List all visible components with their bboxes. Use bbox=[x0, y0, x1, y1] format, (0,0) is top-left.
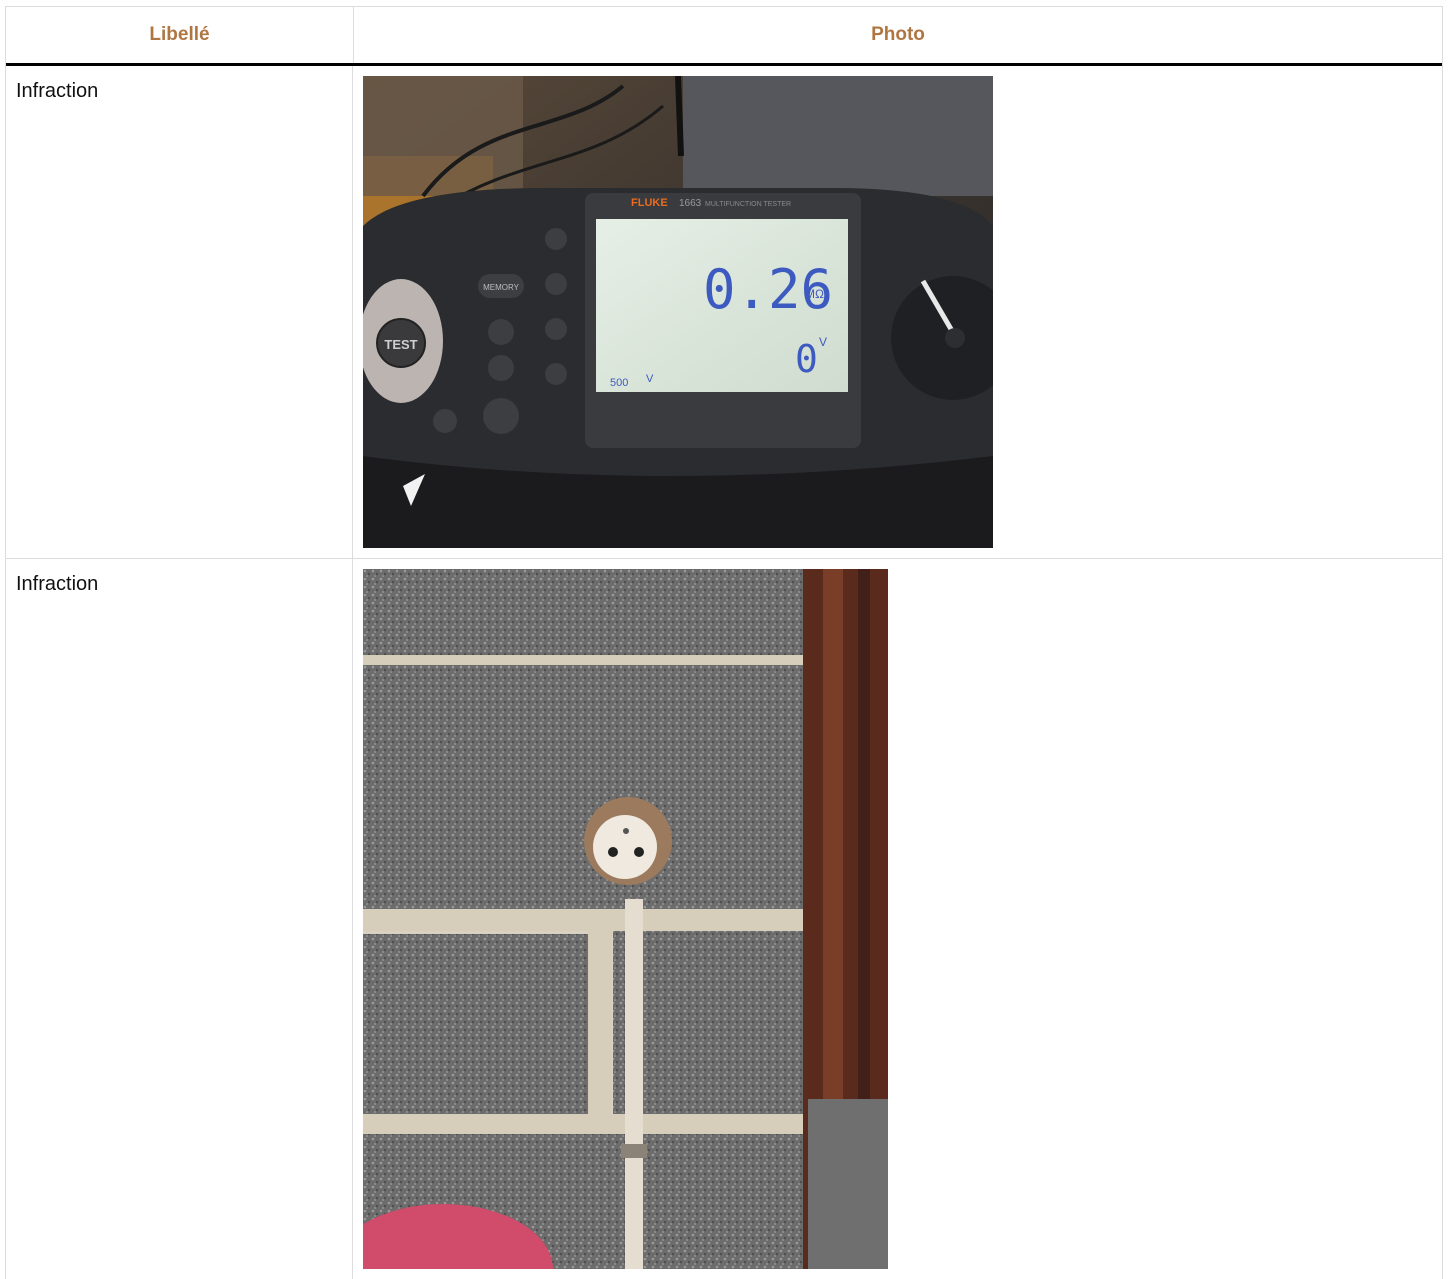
row-label: Infraction bbox=[6, 66, 353, 558]
results-table: Libellé Photo Infraction TEST MEMORY FLU… bbox=[5, 6, 1443, 1279]
voltage-unit-text: V bbox=[819, 335, 827, 349]
test-voltage-unit-text: V bbox=[646, 373, 654, 385]
table-row: Infraction bbox=[6, 66, 1442, 559]
test-voltage-text: 500 bbox=[610, 377, 628, 389]
row-label: Infraction bbox=[6, 559, 353, 1279]
header-label: Libellé bbox=[6, 7, 354, 63]
reading-unit-text: MΩ bbox=[805, 287, 824, 301]
memory-button-text: MEMORY bbox=[483, 283, 520, 292]
table-row: Infraction bbox=[6, 559, 1442, 1279]
multifunction-tester-photo: TEST MEMORY FLUKE 1663 MULTIFUNCTION TES… bbox=[363, 76, 993, 548]
header-photo: Photo bbox=[871, 24, 925, 45]
voltage-text: 0 bbox=[795, 337, 818, 381]
model-caption-text: MULTIFUNCTION TESTER bbox=[705, 201, 791, 208]
row-photo-cell bbox=[353, 559, 1442, 1279]
row-photo-cell: TEST MEMORY FLUKE 1663 MULTIFUNCTION TES… bbox=[353, 66, 1442, 558]
model-text: 1663 bbox=[679, 198, 702, 209]
table-header: Libellé Photo bbox=[6, 7, 1442, 66]
wall-socket-photo bbox=[363, 569, 888, 1269]
brand-text: FLUKE bbox=[631, 197, 668, 209]
test-button-text: TEST bbox=[384, 337, 417, 352]
